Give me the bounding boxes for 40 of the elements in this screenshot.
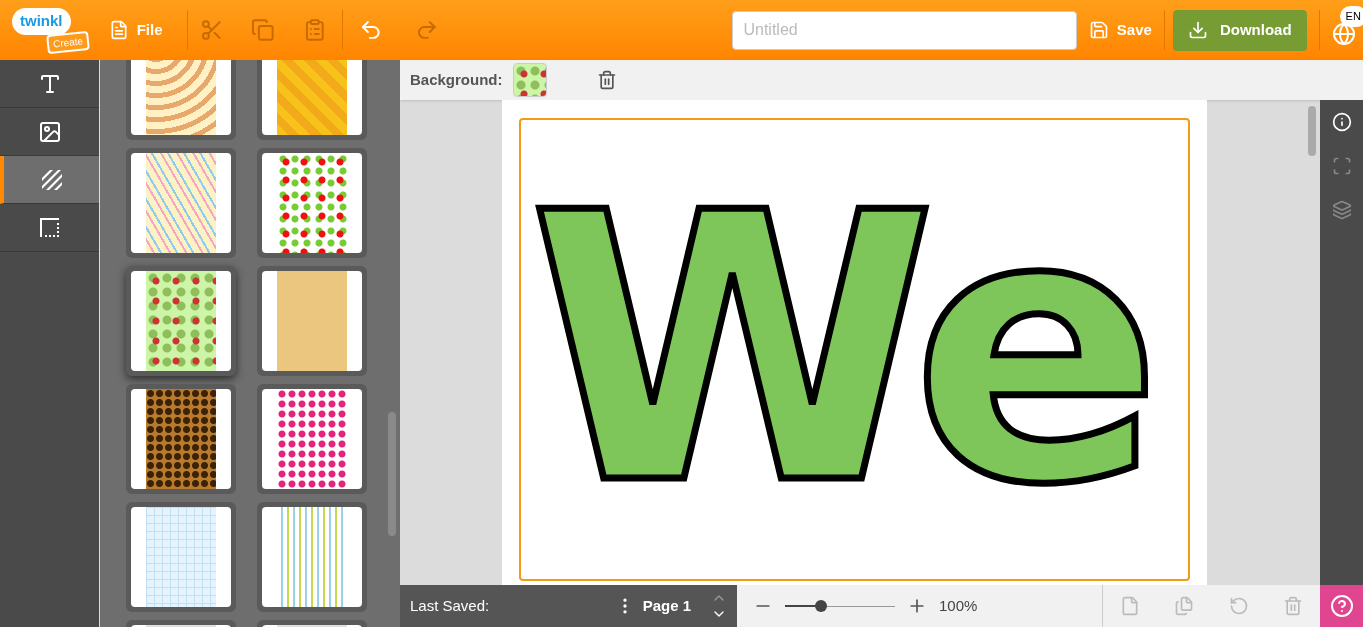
background-thumbnail[interactable] [126,384,236,494]
page-label: Page 1 [642,595,691,616]
download-button[interactable]: Download [1172,9,1307,51]
canvas-text: We [528,164,1151,535]
trash-icon[interactable] [596,70,617,90]
download-icon [1187,20,1208,40]
layers-icon[interactable] [1331,200,1352,220]
background-thumbnail[interactable] [257,502,367,612]
help-button[interactable] [1320,585,1363,627]
dotted-border-icon [37,215,62,240]
background-thumbnail[interactable] [257,148,367,258]
file-menu-button[interactable]: File [104,18,167,42]
background-preview[interactable] [512,63,547,97]
language-badge: EN [1339,6,1363,27]
background-thumbnail[interactable] [126,502,236,612]
tool-tab[interactable] [0,156,99,204]
app-logo[interactable]: twinkl Create [12,8,89,52]
last-saved-label: Last Saved: [410,595,490,616]
help-icon [1329,594,1354,618]
canvas-scrollbar [1308,106,1316,156]
logo-badge: Create [45,30,90,55]
save-button[interactable]: Save [1088,18,1152,42]
background-thumbnail[interactable] [126,60,236,140]
background-thumbnail[interactable] [257,266,367,376]
save-icon [1088,20,1109,40]
diagonal-stripes-icon [39,167,64,192]
image-icon [37,119,62,144]
background-thumbnail[interactable] [126,266,236,376]
background-thumbnail[interactable] [257,60,367,140]
zoom-reading: 100% [939,595,978,616]
background-thumbnail[interactable] [257,384,367,494]
text-box[interactable]: We [518,118,1190,581]
background-label: Background: [410,69,503,90]
zoom-slider[interactable] [785,600,895,612]
globe-icon [1331,22,1356,46]
background-thumbnail[interactable] [126,148,236,258]
info-icon[interactable] [1331,112,1352,132]
frame-icon[interactable] [1331,156,1352,176]
title-field[interactable]: Untitled [732,10,1077,50]
logo-wordmark: twinkl [12,8,71,35]
